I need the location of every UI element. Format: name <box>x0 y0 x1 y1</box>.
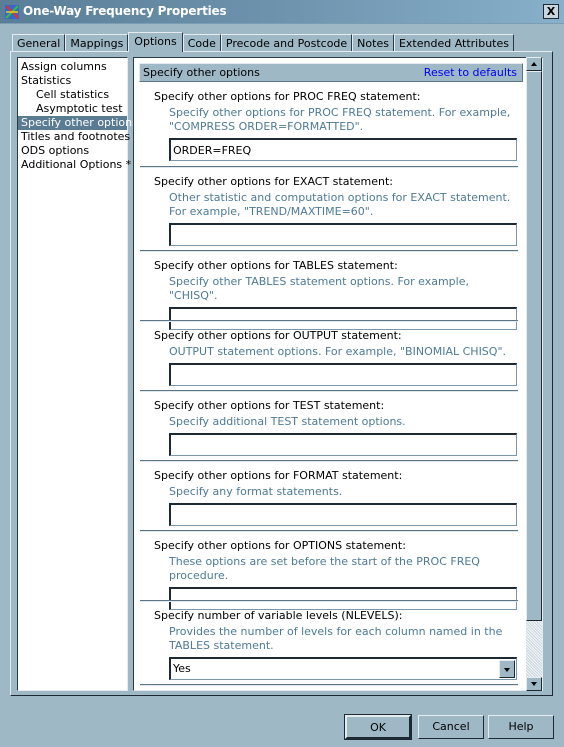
tab-notes[interactable]: Notes <box>352 34 394 52</box>
output-options-label: Specify other options for OUTPUT stateme… <box>154 329 402 342</box>
exact-options-label: Specify other options for EXACT statemen… <box>154 175 394 188</box>
tab-extended-attributes[interactable]: Extended Attributes <box>393 34 514 52</box>
arrow-down-icon <box>531 682 537 686</box>
nav-item-specify-other-options[interactable]: Specify other options <box>18 116 138 130</box>
options-content-pane: Specify other options Reset to defaults … <box>133 57 543 691</box>
tables-options-label: Specify other options for TABLES stateme… <box>154 259 398 272</box>
scroll-up-button[interactable] <box>526 57 542 71</box>
nav-item-additional-options[interactable]: Additional Options * <box>18 158 131 172</box>
divider <box>140 390 518 392</box>
nav-item-ods-options[interactable]: ODS options <box>18 144 127 158</box>
options-statement-label: Specify other options for OPTIONS statem… <box>154 539 406 552</box>
divider <box>140 320 518 322</box>
output-options-group: Specify other options for OUTPUT stateme… <box>154 328 519 386</box>
ok-button[interactable]: OK <box>344 714 412 740</box>
tab-mappings[interactable]: Mappings <box>65 34 129 52</box>
close-icon: X <box>546 5 556 18</box>
app-icon <box>5 5 19 19</box>
format-options-label: Specify other options for FORMAT stateme… <box>154 469 403 482</box>
exact-options-input[interactable] <box>169 223 517 246</box>
nlevels-dropdown[interactable]: Yes <box>169 657 517 680</box>
nav-item-titles-footnotes[interactable]: Titles and footnotes <box>18 130 130 144</box>
section-title: Specify other options <box>143 66 260 79</box>
dropdown-button[interactable] <box>499 660 515 678</box>
tab-precode-postcode[interactable]: Precode and Postcode <box>220 34 353 52</box>
divider <box>140 684 518 686</box>
nav-item-cell-statistics[interactable]: Cell statistics <box>18 88 127 102</box>
test-options-group: Specify other options for TEST statement… <box>154 398 519 456</box>
test-options-input[interactable] <box>169 433 517 456</box>
tab-options[interactable]: Options <box>128 32 183 52</box>
nlevels-description: Provides the number of levels for each c… <box>169 625 503 652</box>
nav-item-asymptotic-test[interactable]: Asymptotic test <box>18 102 127 116</box>
exact-options-description: Other statistic and computation options … <box>169 191 511 218</box>
tab-strip: General Mappings Options Code Precode an… <box>12 32 514 52</box>
proc-freq-options-input[interactable] <box>169 138 517 161</box>
divider <box>140 530 518 532</box>
section-header: Specify other options Reset to defaults <box>139 63 523 82</box>
nlevels-label: Specify number of variable levels (NLEVE… <box>154 609 403 622</box>
cancel-button[interactable]: Cancel <box>418 715 484 739</box>
chevron-down-icon <box>504 668 510 672</box>
tables-options-description: Specify other TABLES statement options. … <box>169 275 469 302</box>
scroll-down-button[interactable] <box>526 677 542 691</box>
help-button[interactable]: Help <box>488 715 554 739</box>
options-nav-list: Assign columns Statistics Cell statistic… <box>17 57 138 691</box>
format-options-input[interactable] <box>169 503 517 526</box>
scrollbar-thumb[interactable] <box>526 71 542 621</box>
proc-freq-options-description: Specify other options for PROC FREQ stat… <box>169 106 511 133</box>
nav-item-statistics[interactable]: Statistics <box>18 74 127 88</box>
proc-freq-options-group: Specify other options for PROC FREQ stat… <box>154 89 519 161</box>
nlevels-group: Specify number of variable levels (NLEVE… <box>154 608 519 680</box>
exact-options-group: Specify other options for EXACT statemen… <box>154 174 519 246</box>
test-options-label: Specify other options for TEST statement… <box>154 399 385 412</box>
proc-freq-options-label: Specify other options for PROC FREQ stat… <box>154 90 421 103</box>
window-title: One-Way Frequency Properties <box>23 4 227 18</box>
format-options-description: Specify any format statements. <box>169 485 343 498</box>
options-statement-input[interactable] <box>169 587 517 610</box>
nlevels-selected-value: Yes <box>173 662 191 675</box>
arrow-up-icon <box>531 62 537 66</box>
format-options-group: Specify other options for FORMAT stateme… <box>154 468 519 526</box>
tables-options-input[interactable] <box>169 307 517 330</box>
options-statement-description: These options are set before the start o… <box>169 555 480 582</box>
output-options-description: OUTPUT statement options. For example, "… <box>169 345 507 358</box>
vertical-scrollbar[interactable] <box>526 57 542 691</box>
divider <box>140 250 518 252</box>
divider <box>140 460 518 462</box>
close-button[interactable]: X <box>543 4 559 19</box>
nav-item-assign-columns[interactable]: Assign columns <box>18 60 127 74</box>
divider <box>140 166 518 168</box>
output-options-input[interactable] <box>169 363 517 386</box>
title-bar[interactable]: One-Way Frequency Properties X <box>0 0 564 24</box>
reset-to-defaults-link[interactable]: Reset to defaults <box>424 66 517 79</box>
test-options-description: Specify additional TEST statement option… <box>169 415 406 428</box>
divider <box>140 600 518 602</box>
tab-code[interactable]: Code <box>182 34 221 52</box>
tab-general[interactable]: General <box>12 34 66 52</box>
